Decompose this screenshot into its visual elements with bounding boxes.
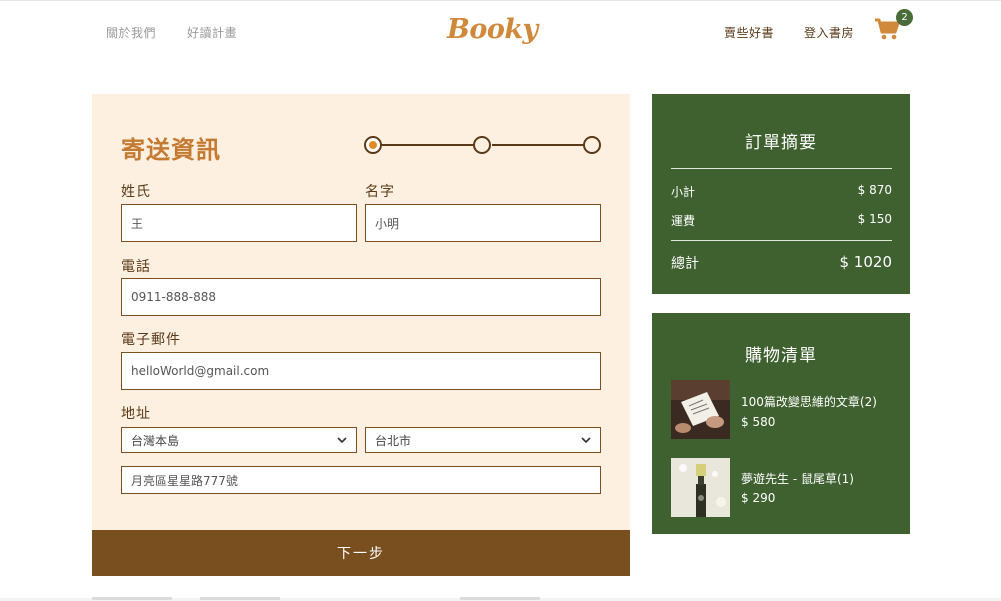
divider <box>671 240 892 241</box>
cart-list-panel: 購物清單 100篇改變思維的文章(2) $ 580 夢遊先生 - 鼠尾草(1) … <box>652 313 910 534</box>
step-connector <box>382 144 474 146</box>
email-label: 電子郵件 <box>121 332 181 348</box>
street-address-input[interactable]: 月亮區星星路777號 <box>121 466 601 494</box>
step-1-indicator <box>364 136 382 154</box>
subtotal-label: 小計 <box>671 185 696 199</box>
step-connector <box>492 144 584 146</box>
nav-left: 關於我們 好讀計畫 <box>106 24 237 41</box>
cart-item-name[interactable]: 100篇改變思維的文章(2) <box>741 393 877 410</box>
cart-count-badge: 2 <box>896 9 913 26</box>
first-name-label: 名字 <box>365 184 395 200</box>
divider <box>671 168 892 169</box>
phone-label: 電話 <box>121 259 151 275</box>
product-image[interactable] <box>671 458 730 517</box>
subtotal-value: $ 870 <box>857 183 892 197</box>
address-label: 地址 <box>121 406 151 422</box>
step-3-indicator <box>583 136 601 154</box>
total-label: 總計 <box>671 256 699 272</box>
logo[interactable]: Booky <box>447 14 538 45</box>
region-select-value: 台灣本島 <box>131 433 180 448</box>
subtotal-row: 小計 $ 870 <box>671 183 892 200</box>
city-select-value: 台北市 <box>375 433 412 448</box>
product-photo-2 <box>671 458 730 517</box>
nav-link-plan[interactable]: 好讀計畫 <box>187 24 237 41</box>
phone-input[interactable]: 0911-888-888 <box>121 278 601 316</box>
shipping-label: 運費 <box>671 214 696 228</box>
footer-divider <box>460 597 540 600</box>
chevron-down-icon <box>581 437 591 444</box>
total-row: 總計 $ 1020 <box>671 253 892 273</box>
book-cover-image[interactable] <box>671 380 730 439</box>
cart-list-title: 購物清單 <box>745 346 817 366</box>
last-name-label: 姓氏 <box>121 184 151 200</box>
footer-divider <box>200 597 280 600</box>
last-name-input[interactable]: 王 <box>121 204 357 242</box>
shipping-value: $ 150 <box>857 212 892 226</box>
email-input[interactable]: helloWorld@gmail.com <box>121 352 601 390</box>
region-select[interactable]: 台灣本島 <box>121 427 357 453</box>
footer-divider <box>92 597 172 600</box>
cart-item-name[interactable]: 夢遊先生 - 鼠尾草(1) <box>741 470 854 487</box>
order-summary-title: 訂單摘要 <box>745 133 817 153</box>
top-border <box>0 0 1001 1</box>
first-name-input[interactable]: 小明 <box>365 204 601 242</box>
book-photo-1 <box>671 380 730 439</box>
city-select[interactable]: 台北市 <box>365 427 601 453</box>
nav-right: 賣些好書 登入書房 <box>724 24 854 41</box>
nav-link-about[interactable]: 關於我們 <box>106 24 156 41</box>
chevron-down-icon <box>337 437 347 444</box>
cart-item-price: $ 580 <box>741 415 776 429</box>
nav-link-sell[interactable]: 賣些好書 <box>724 24 774 41</box>
total-value: $ 1020 <box>839 253 893 271</box>
next-step-button[interactable]: 下一步 <box>92 530 630 576</box>
progress-stepper <box>364 135 602 155</box>
order-summary-panel: 訂單摘要 小計 $ 870 運費 $ 150 總計 $ 1020 <box>652 94 910 294</box>
cart-item-price: $ 290 <box>741 491 776 505</box>
step-2-indicator <box>473 136 491 154</box>
shipping-row: 運費 $ 150 <box>671 212 892 229</box>
form-title: 寄送資訊 <box>121 136 221 164</box>
nav-link-login[interactable]: 登入書房 <box>804 24 854 41</box>
